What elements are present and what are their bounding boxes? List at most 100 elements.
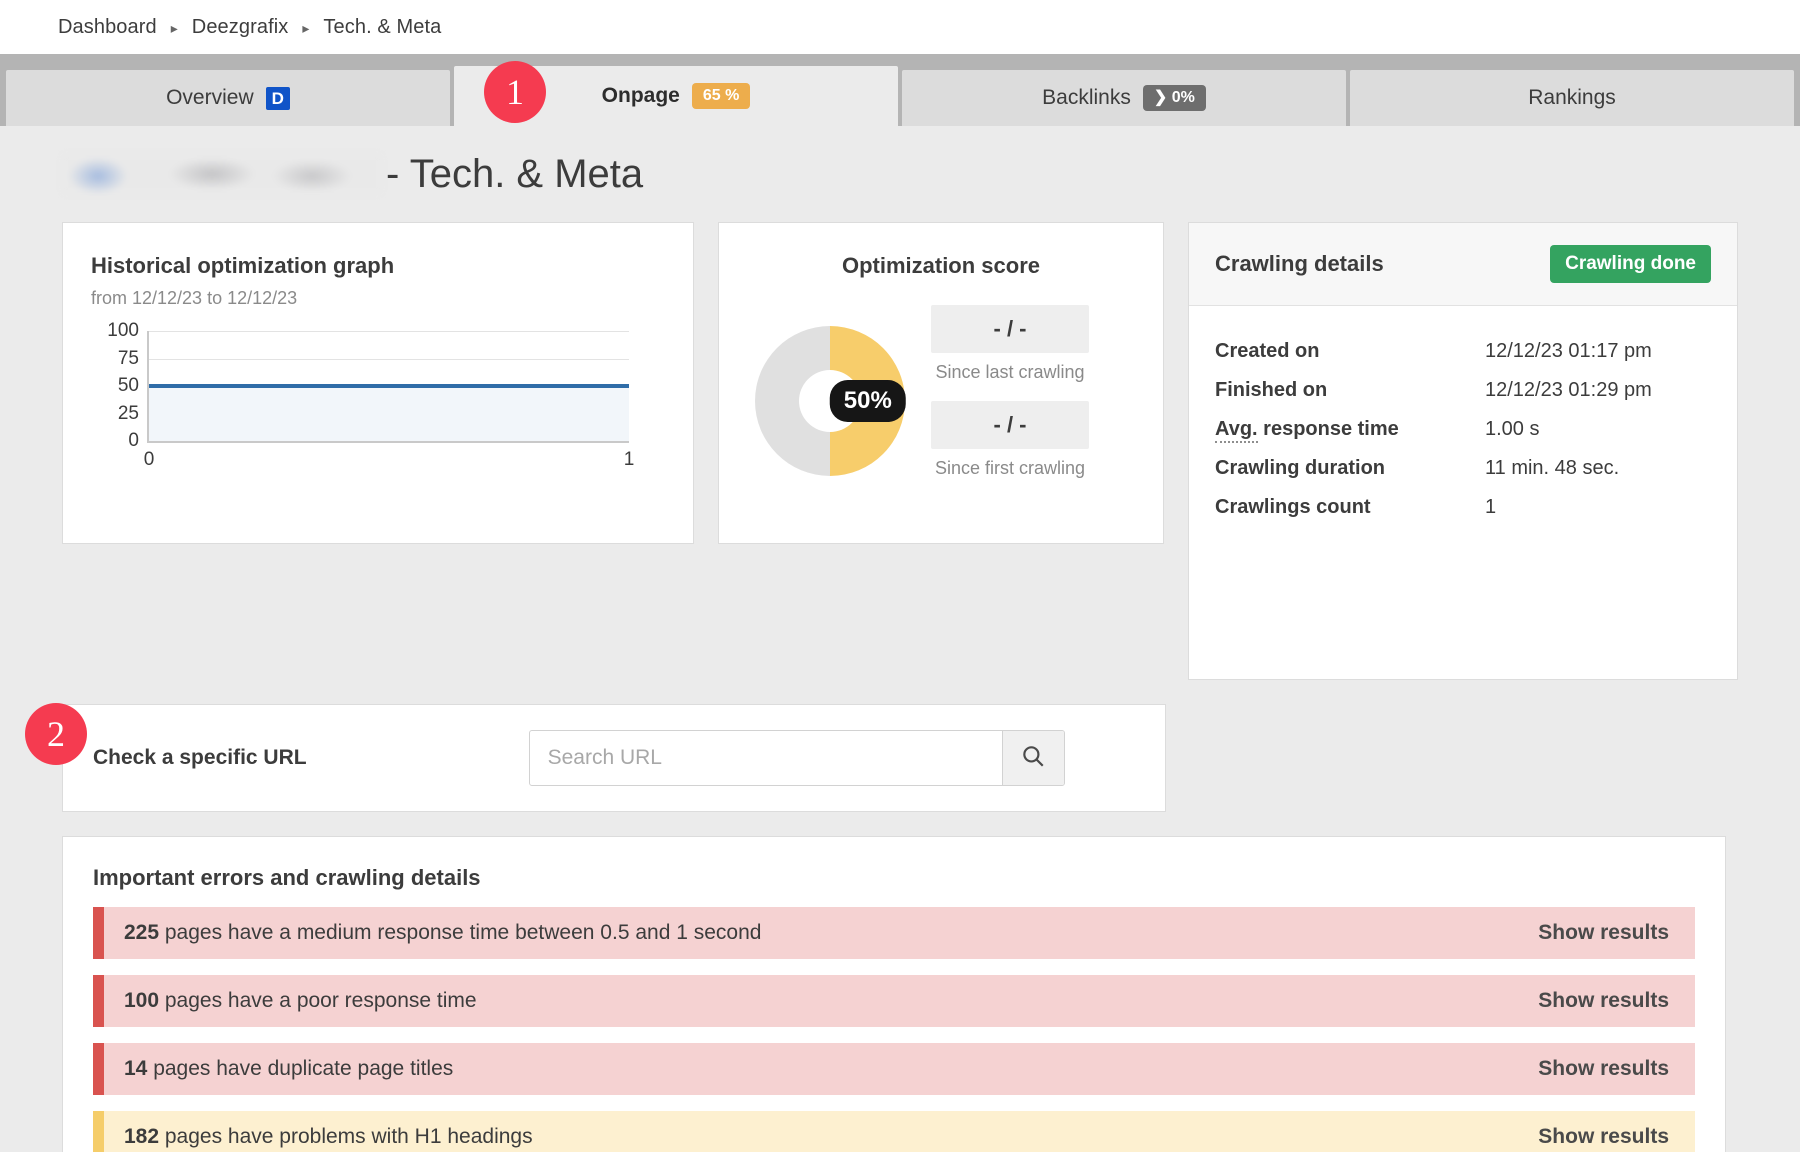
breadcrumb-item-tech-meta[interactable]: Tech. & Meta <box>323 16 441 39</box>
chart-xtick: 1 <box>624 449 635 471</box>
important-errors-card: Important errors and crawling details 22… <box>62 836 1726 1152</box>
step-marker-1: 1 <box>484 61 546 123</box>
severity-bar-warning <box>93 1111 104 1152</box>
historical-optimization-card: Historical optimization graph from 12/12… <box>62 222 694 544</box>
warning-row-text: 182 pages have problems with H1 headings <box>104 1125 1538 1149</box>
show-results-link[interactable]: Show results <box>1538 1125 1669 1149</box>
crawling-detail-row: Avg. response time 1.00 s <box>1215 410 1711 449</box>
page-title: - Tech. & Meta <box>62 126 1738 222</box>
crawling-detail-value: 12/12/23 01:17 pm <box>1485 340 1652 363</box>
crawling-detail-row: Crawling duration 11 min. 48 sec. <box>1215 449 1711 488</box>
search-url-button[interactable] <box>1002 731 1064 785</box>
optimization-score-card: Optimization score 50% - / - Since last … <box>718 222 1164 544</box>
crawling-detail-key: Crawling duration <box>1215 457 1485 480</box>
crawling-detail-value: 1 <box>1485 496 1496 519</box>
severity-bar-error <box>93 975 104 1027</box>
show-results-link[interactable]: Show results <box>1538 921 1669 945</box>
error-row-text: 14 pages have duplicate page titles <box>104 1057 1538 1081</box>
crawling-detail-key: Created on <box>1215 340 1485 363</box>
crawling-detail-key: Crawlings count <box>1215 496 1485 519</box>
important-errors-title: Important errors and crawling details <box>93 865 1695 891</box>
chart-ytick: 75 <box>118 348 139 370</box>
chart-ytick: 100 <box>107 320 139 342</box>
crawling-detail-value: 1.00 s <box>1485 418 1539 441</box>
optimization-score-body: 50% - / - Since last crawling - / - Sinc… <box>745 305 1137 497</box>
crawling-detail-row: Created on 12/12/23 01:17 pm <box>1215 332 1711 371</box>
search-url-input[interactable] <box>530 731 1002 785</box>
stat-since-last-crawling-value: - / - <box>931 305 1089 353</box>
chart-series-line <box>149 384 629 388</box>
step-marker-2: 2 <box>25 703 87 765</box>
top-card-row: Historical optimization graph from 12/12… <box>62 222 1738 680</box>
page-title-suffix: - Tech. & Meta <box>386 152 643 197</box>
error-row-count: 225 <box>124 921 159 944</box>
error-row-count: 100 <box>124 989 159 1012</box>
error-row[interactable]: 225 pages have a medium response time be… <box>93 907 1695 959</box>
tab-backlinks[interactable]: Backlinks ❯ 0% <box>902 70 1346 126</box>
warning-row-suffix: pages have problems with H1 headings <box>159 1125 533 1148</box>
tab-rankings[interactable]: Rankings <box>1350 70 1794 126</box>
historical-card-subtitle: from 12/12/23 to 12/12/23 <box>91 288 665 309</box>
tab-backlinks-badge: ❯ 0% <box>1143 85 1206 111</box>
crawling-status-badge: Crawling done <box>1550 245 1711 283</box>
crawling-detail-row: Finished on 12/12/23 01:29 pm <box>1215 371 1711 410</box>
optimization-score-title: Optimization score <box>745 253 1137 279</box>
crawling-detail-key: Finished on <box>1215 379 1485 402</box>
chart-plot-area: 100 75 50 25 0 0 1 <box>147 331 629 443</box>
check-url-card: Check a specific URL <box>62 704 1166 812</box>
breadcrumb-item-dashboard[interactable]: Dashboard <box>58 16 157 39</box>
chart-area-fill <box>149 386 629 441</box>
tab-backlinks-label: Backlinks <box>1042 86 1131 110</box>
tab-overview-badge: D <box>266 87 290 110</box>
stat-since-first-crawling-caption: Since first crawling <box>931 458 1089 479</box>
severity-bar-error <box>93 1043 104 1095</box>
tab-overview[interactable]: Overview D <box>6 70 450 126</box>
optimization-score-stats: - / - Since last crawling - / - Since fi… <box>931 305 1089 497</box>
crawling-details-title: Crawling details <box>1215 251 1384 277</box>
check-url-input-group <box>529 730 1065 786</box>
chart-gridline <box>149 331 629 332</box>
breadcrumb-item-deezgrafix[interactable]: Deezgrafix <box>192 16 289 39</box>
tab-bar: Overview D Onpage 65 % Backlinks ❯ 0% Ra… <box>0 54 1800 126</box>
tab-overview-label: Overview <box>166 86 254 110</box>
chart-ytick: 50 <box>118 375 139 397</box>
check-url-label: Check a specific URL <box>93 746 307 770</box>
error-row-text: 100 pages have a poor response time <box>104 989 1538 1013</box>
page-content: - Tech. & Meta Historical optimization g… <box>0 126 1800 1152</box>
crawling-detail-value: 11 min. 48 sec. <box>1485 457 1619 480</box>
crawling-details-body: Created on 12/12/23 01:17 pm Finished on… <box>1189 306 1737 547</box>
show-results-link[interactable]: Show results <box>1538 989 1669 1013</box>
stat-since-last-crawling-caption: Since last crawling <box>931 362 1089 383</box>
redacted-domain-name <box>62 154 382 194</box>
breadcrumb-separator-icon: ▸ <box>302 20 309 37</box>
donut-value-label: 50% <box>830 380 906 422</box>
crawling-details-header: Crawling details Crawling done <box>1189 223 1737 306</box>
show-results-link[interactable]: Show results <box>1538 1057 1669 1081</box>
warning-row[interactable]: 182 pages have problems with H1 headings… <box>93 1111 1695 1152</box>
avg-tooltip-term[interactable]: Avg. <box>1215 418 1258 443</box>
optimization-score-donut: 50% <box>755 326 905 476</box>
crawling-detail-key: Avg. response time <box>1215 418 1485 441</box>
crawling-detail-key-rest: response time <box>1258 418 1399 440</box>
error-row[interactable]: 100 pages have a poor response time Show… <box>93 975 1695 1027</box>
search-icon <box>1020 743 1046 774</box>
error-row[interactable]: 14 pages have duplicate page titles Show… <box>93 1043 1695 1095</box>
error-row-suffix: pages have a medium response time betwee… <box>159 921 761 944</box>
warning-row-count: 182 <box>124 1125 159 1148</box>
crawling-details-card: Crawling details Crawling done Created o… <box>1188 222 1738 680</box>
error-row-count: 14 <box>124 1057 147 1080</box>
tab-rankings-label: Rankings <box>1528 86 1616 110</box>
historical-card-title: Historical optimization graph <box>91 253 665 279</box>
crawling-detail-row: Crawlings count 1 <box>1215 488 1711 527</box>
tab-onpage-badge: 65 % <box>692 83 750 109</box>
tab-onpage-label: Onpage <box>602 84 680 108</box>
breadcrumb-separator-icon: ▸ <box>171 20 178 37</box>
chart-xtick: 0 <box>144 449 155 471</box>
error-row-text: 225 pages have a medium response time be… <box>104 921 1538 945</box>
breadcrumb: Dashboard ▸ Deezgrafix ▸ Tech. & Meta <box>0 0 1800 54</box>
chart-ytick: 0 <box>128 430 139 452</box>
chart-ytick: 25 <box>118 403 139 425</box>
crawling-detail-value: 12/12/23 01:29 pm <box>1485 379 1652 402</box>
historical-optimization-chart: 100 75 50 25 0 0 1 <box>91 331 665 471</box>
error-row-suffix: pages have duplicate page titles <box>147 1057 453 1080</box>
